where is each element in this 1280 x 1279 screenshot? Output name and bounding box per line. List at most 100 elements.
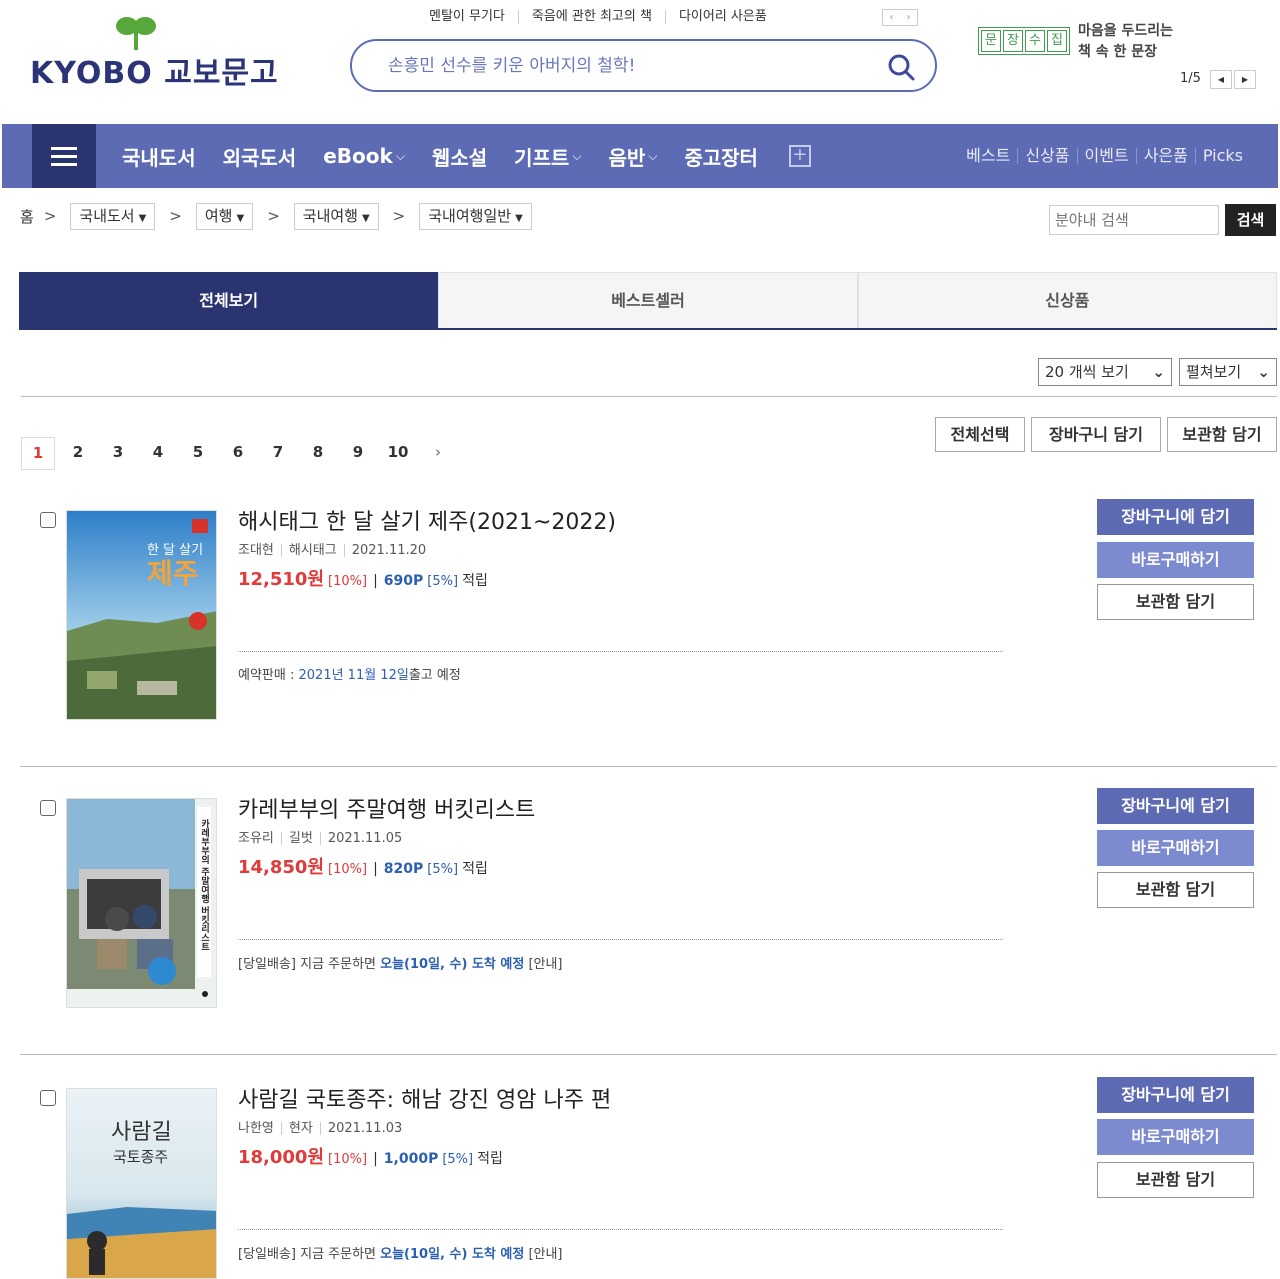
page-link[interactable]: 4 (141, 437, 175, 470)
quicklink[interactable]: 죽음에 관한 최고의 책 (517, 10, 665, 24)
breadcrumb-select-3[interactable]: 국내여행 ▼ (293, 202, 379, 230)
add-to-wishlist-button[interactable]: 보관함 담기 (1097, 872, 1254, 908)
book-title[interactable]: 카레부부의 주말여행 버킷리스트 (238, 798, 1003, 824)
page-link[interactable]: 7 (261, 437, 295, 470)
book-checkbox[interactable] (40, 1090, 56, 1106)
page-link[interactable]: 6 (221, 437, 255, 470)
gnb-item-gift[interactable]: 기프트 ⌵ (514, 142, 581, 171)
sale-price: 12,510원 (238, 569, 325, 590)
next-triangle-icon[interactable]: ▶ (1234, 70, 1256, 89)
per-page-select[interactable]: 20 개씩 보기 ⌄ (1038, 358, 1172, 386)
gnb-item-ebook[interactable]: eBook ⌵ (323, 144, 405, 168)
reward-points: 820P (383, 861, 424, 877)
page-link[interactable]: 5 (181, 437, 215, 470)
book-meta: 조유리 길벗 2021.11.05 (238, 832, 1003, 845)
sale-price: 18,000원 (238, 1147, 325, 1168)
delivery-info: 예약판매 : 2021년 11월 12일출고 예정 (238, 668, 461, 683)
view-mode-select[interactable]: 펼쳐보기 ⌄ (1179, 358, 1277, 386)
book-publisher[interactable]: 현자 (280, 1122, 320, 1135)
book-author[interactable]: 나한영 (238, 1122, 281, 1135)
quicklink[interactable]: 다이어리 사은품 (664, 10, 780, 24)
add-to-wishlist-button[interactable]: 보관함 담기 (1097, 1162, 1254, 1198)
tab-bestseller[interactable]: 베스트셀러 (438, 272, 858, 328)
search-input[interactable] (388, 53, 868, 79)
book-date: 2021.11.03 (319, 1122, 409, 1135)
prev-arrow-icon[interactable]: ‹ (883, 10, 900, 25)
book-cover-image[interactable]: 카레부부의 주말여행 버킷리스트 (66, 798, 217, 1008)
munjang-sujip-logo[interactable]: 문 장 수 집 (978, 27, 1070, 55)
book-cover-image[interactable]: 사람길 국토종주 (66, 1088, 217, 1279)
book-cover-image[interactable]: 한 달 살기 제주 (66, 510, 217, 720)
book-meta: 조대현 해시태그 2021.11.20 (238, 544, 1003, 557)
page-link[interactable]: 9 (341, 437, 375, 470)
reward-points: 1,000P (383, 1151, 439, 1167)
book-author[interactable]: 조유리 (238, 832, 281, 845)
breadcrumb-home[interactable]: 홈 (20, 206, 34, 227)
breadcrumb-select-2[interactable]: 여행 ▼ (195, 202, 254, 230)
category-search-input[interactable] (1049, 205, 1219, 235)
accrue-label: 적립 (462, 861, 488, 877)
tab-all[interactable]: 전체보기 (19, 272, 439, 328)
gnb-item-domestic-books[interactable]: 국내도서 (122, 142, 196, 171)
gnb-link-picks[interactable]: Picks (1194, 148, 1250, 164)
category-search-button[interactable]: 검색 (1225, 204, 1276, 236)
kyobo-logo[interactable]: KYOBO 교보문고 (30, 14, 278, 94)
hamburger-menu-icon[interactable] (32, 124, 96, 188)
gnb-link-event[interactable]: 이벤트 (1076, 148, 1136, 164)
select-all-button[interactable]: 전체선택 (935, 417, 1025, 452)
add-to-wishlist-all-button[interactable]: 보관함 담기 (1167, 417, 1277, 452)
book-title[interactable]: 해시태그 한 달 살기 제주(2021~2022) (238, 510, 1003, 536)
add-to-cart-button[interactable]: 장바구니에 담기 (1097, 1077, 1254, 1113)
page-link[interactable]: 10 (381, 437, 415, 470)
prev-triangle-icon[interactable]: ◀ (1210, 70, 1232, 89)
caret-down-icon: ▼ (515, 212, 523, 224)
add-to-wishlist-button[interactable]: 보관함 담기 (1097, 584, 1254, 620)
book-checkbox[interactable] (40, 800, 56, 816)
breadcrumb-select-4[interactable]: 국내여행일반 ▼ (419, 202, 532, 230)
page-link[interactable]: 8 (301, 437, 335, 470)
page-link[interactable]: 2 (61, 437, 95, 470)
book-checkbox[interactable] (40, 512, 56, 528)
gnb-link-best[interactable]: 베스트 (959, 148, 1017, 164)
quicklinks-arrows: ‹ › (882, 9, 918, 26)
book-publisher[interactable]: 해시태그 (280, 544, 344, 557)
tab-new[interactable]: 신상품 (857, 272, 1277, 328)
svg-text:제주: 제주 (147, 557, 199, 590)
gnb-link-new[interactable]: 신상품 (1017, 148, 1076, 164)
book-list-item: 사람길 국토종주 사람길 국토종주: 해남 강진 영암 나주 편 나한영 현자 … (20, 1077, 1277, 1279)
gnb-link-gift[interactable]: 사은품 (1135, 148, 1195, 164)
buy-now-button[interactable]: 바로구매하기 (1097, 1119, 1254, 1155)
book-price: 18,000원 [10%] | 1,000P [5%] 적립 (238, 1143, 1003, 1169)
book-publisher[interactable]: 길벗 (280, 832, 320, 845)
search-box (350, 39, 937, 92)
book-author[interactable]: 조대현 (238, 544, 281, 557)
list-tabs: 전체보기 베스트셀러 신상품 (19, 272, 1277, 330)
gnb-item-web-novel[interactable]: 웹소설 (432, 142, 487, 171)
caret-down-icon: ▼ (236, 212, 245, 224)
book-title[interactable]: 사람길 국토종주: 해남 강진 영암 나주 편 (238, 1088, 1003, 1114)
quicklinks: 멘탈이 무기다 죽음에 관한 최고의 책 다이어리 사은품 (416, 10, 780, 24)
next-arrow-icon[interactable]: › (900, 10, 917, 25)
munjang-text[interactable]: 마음을 두드리는 책 속 한 문장 (1078, 21, 1173, 63)
add-to-cart-all-button[interactable]: 장바구니 담기 (1031, 417, 1161, 452)
svg-text:한 달 살기: 한 달 살기 (147, 543, 203, 558)
add-to-cart-button[interactable]: 장바구니에 담기 (1097, 499, 1254, 535)
buy-now-button[interactable]: 바로구매하기 (1097, 542, 1254, 578)
page-link-current[interactable]: 1 (21, 437, 55, 470)
buy-now-button[interactable]: 바로구매하기 (1097, 830, 1254, 866)
search-icon[interactable] (887, 53, 915, 81)
breadcrumb-select-1[interactable]: 국내도서 ▼ (70, 202, 156, 230)
gnb-item-music[interactable]: 음반 ⌵ (608, 142, 657, 171)
page-link[interactable]: 3 (101, 437, 135, 470)
next-page-icon[interactable]: › (421, 437, 455, 470)
accrue-label: 적립 (477, 1151, 503, 1167)
quicklink[interactable]: 멘탈이 무기다 (416, 10, 518, 24)
add-to-cart-button[interactable]: 장바구니에 담기 (1097, 788, 1254, 824)
svg-text:카레부부의 주말여행 버킷리스트: 카레부부의 주말여행 버킷리스트 (199, 818, 209, 951)
chevron-right-icon: > (43, 207, 57, 225)
gnb-item-used-market[interactable]: 중고장터 (684, 142, 758, 171)
plus-icon[interactable]: + (788, 145, 811, 167)
book-list-item: 카레부부의 주말여행 버킷리스트 카레부부의 주말여행 버킷리스트 조유리 길벗… (20, 788, 1277, 1055)
chevron-right-icon: > (267, 207, 280, 225)
gnb-item-foreign-books[interactable]: 외국도서 (223, 142, 297, 171)
